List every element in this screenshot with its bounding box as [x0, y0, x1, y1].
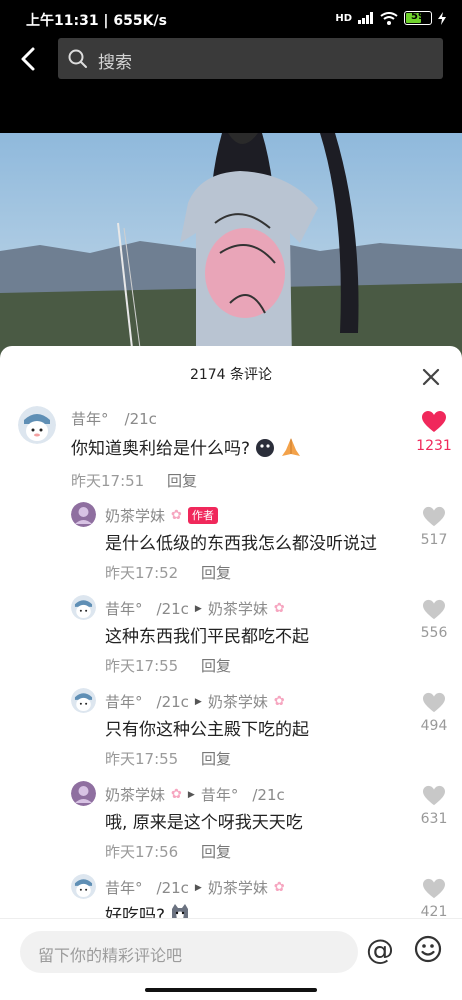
reply-meta: 昨天17:52 回复: [105, 562, 231, 583]
flower-icon: ✿: [273, 880, 285, 895]
search-input[interactable]: 搜索: [58, 38, 443, 79]
reply-button[interactable]: 回复: [201, 750, 231, 768]
charging-icon: [438, 11, 446, 25]
reply-time: 昨天17:52: [105, 564, 179, 582]
wifi-icon: [380, 11, 398, 25]
reply-meta: 昨天17:56 回复: [105, 841, 231, 862]
flower-icon: ✿: [273, 694, 285, 709]
reply-button[interactable]: 回复: [201, 657, 231, 675]
signal-hd-label: HD: [335, 12, 352, 24]
author-badge: 作者: [187, 507, 218, 524]
comment-count-title: 2174 条评论: [189, 367, 273, 383]
reply-button[interactable]: 回复: [201, 564, 231, 582]
reply-time: 昨天17:55: [105, 657, 179, 675]
reply-username[interactable]: 昔年° /21c ▶ 奶茶学妹 ✿: [105, 598, 285, 619]
status-bar: 上午11:31 | 655K/s HD 59: [0, 0, 462, 38]
avatar[interactable]: [18, 406, 56, 444]
reply-button[interactable]: 回复: [167, 472, 197, 490]
avatar[interactable]: [71, 874, 96, 899]
reply-time: 昨天17:56: [105, 843, 179, 861]
top-bar: 搜索: [0, 38, 462, 82]
reply-text: 这种东西我们平民都吃不起: [105, 627, 309, 647]
reply-button[interactable]: 回复: [201, 843, 231, 861]
status-icons: HD 59: [335, 11, 446, 25]
reply-username[interactable]: 昔年° /21c ▶ 奶茶学妹 ✿: [105, 877, 285, 898]
reply-text: 是什么低级的东西我怎么都没听说过: [105, 534, 377, 554]
bomb-emoji-icon: [256, 438, 275, 457]
heart-outline-icon: [423, 599, 445, 620]
video-player[interactable]: [0, 133, 462, 363]
close-icon[interactable]: [420, 366, 442, 388]
at-mention-icon[interactable]: @: [366, 933, 394, 966]
like-button[interactable]: 631: [414, 785, 454, 827]
reply-username[interactable]: 奶茶学妹 ✿ 作者: [105, 505, 218, 526]
heart-filled-icon: [422, 411, 446, 432]
avatar[interactable]: [71, 502, 96, 527]
reply-arrow-icon: ▶: [194, 882, 202, 893]
search-icon: [68, 49, 87, 68]
reply-text: 只有你这种公主殿下吃的起: [105, 720, 309, 740]
comment-input-placeholder: 留下你的精彩评论吧: [38, 946, 183, 965]
like-button[interactable]: 517: [414, 506, 454, 548]
back-arrow-icon[interactable]: [14, 44, 44, 74]
like-count: 494: [420, 718, 448, 734]
like-button[interactable]: 421: [414, 878, 454, 920]
reply-meta: 昨天17:55 回复: [105, 748, 231, 769]
like-count: 556: [420, 625, 448, 641]
reply-time: 昨天17:55: [105, 750, 179, 768]
like-count: 517: [420, 532, 448, 548]
flower-icon: ✿: [171, 508, 182, 523]
like-button[interactable]: 1231: [414, 410, 454, 454]
reply-text: 哦, 原来是这个呀我天天吃: [105, 813, 303, 833]
like-button[interactable]: 494: [414, 692, 454, 734]
search-placeholder: 搜索: [98, 53, 132, 73]
status-time: 上午11:31 | 655K/s: [26, 13, 167, 29]
video-frame: [0, 133, 462, 363]
reply-username[interactable]: 昔年° /21c ▶ 奶茶学妹 ✿: [105, 691, 285, 712]
heart-outline-icon: [423, 692, 445, 713]
home-indicator[interactable]: [145, 988, 317, 992]
reply-username[interactable]: 奶茶学妹 ✿ ▶ 昔年° /21c: [105, 784, 285, 805]
comments-sheet: 2174 条评论 昔年° /21c 你知道奥利给是什么吗? 昨天17:51 回复…: [0, 346, 462, 1000]
battery-icon: 59: [404, 11, 432, 25]
reply-arrow-icon: ▶: [194, 696, 202, 707]
battery-level: 59: [411, 11, 425, 22]
reply-arrow-icon: ▶: [194, 603, 202, 614]
comment-input[interactable]: 留下你的精彩评论吧: [20, 931, 358, 973]
like-count: 631: [420, 811, 448, 827]
avatar[interactable]: [71, 595, 96, 620]
comment-meta: 昨天17:51 回复: [71, 470, 197, 491]
heart-outline-icon: [423, 878, 445, 899]
flower-icon: ✿: [273, 601, 285, 616]
heart-outline-icon: [423, 506, 445, 527]
comment-time: 昨天17:51: [71, 472, 145, 490]
flower-icon: ✿: [171, 787, 182, 802]
avatar[interactable]: [71, 781, 96, 806]
comment-input-bar: 留下你的精彩评论吧 @: [0, 918, 462, 1000]
signal-icon: [358, 12, 373, 24]
heart-outline-icon: [423, 785, 445, 806]
like-count: 1231: [416, 438, 452, 454]
avatar[interactable]: [71, 688, 96, 713]
comment-text: 你知道奥利给是什么吗?: [71, 434, 302, 459]
emoji-icon[interactable]: [414, 935, 442, 963]
pray-emoji-icon: [282, 437, 301, 456]
reply-meta: 昨天17:55 回复: [105, 655, 231, 676]
reply-arrow-icon: ▶: [187, 789, 195, 800]
like-button[interactable]: 556: [414, 599, 454, 641]
comment-username[interactable]: 昔年° /21c: [71, 408, 157, 429]
